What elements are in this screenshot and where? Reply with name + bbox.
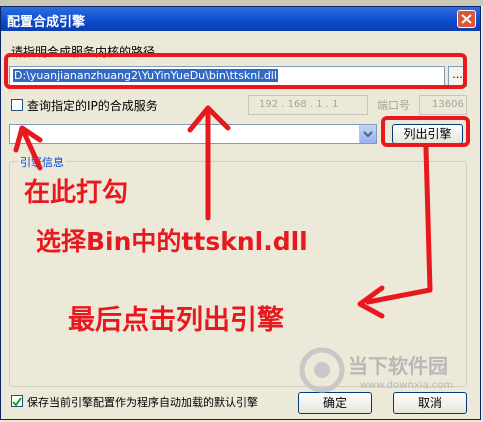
ip-address-field[interactable]: 192 . 168 . 1 . 1 bbox=[248, 95, 368, 115]
ip-address-value: 192 . 168 . 1 . 1 bbox=[259, 99, 339, 110]
close-button[interactable] bbox=[457, 10, 476, 28]
dialog-title: 配置合成引擎 bbox=[7, 15, 86, 30]
close-icon bbox=[461, 14, 472, 24]
query-ip-label: 查询指定的IP的合成服务 bbox=[27, 99, 158, 113]
annotation-choose-dll: 选择Bin中的ttsknl.dll bbox=[36, 227, 308, 256]
annotation-tick-here: 在此打勾 bbox=[24, 178, 129, 208]
watermark: 当下软件园 www.downxia.com bbox=[298, 340, 473, 400]
dropdown-arrow[interactable] bbox=[359, 125, 376, 143]
watermark-url: www.downxia.com bbox=[360, 380, 454, 391]
annotation-box-path bbox=[4, 53, 467, 89]
watermark-title: 当下软件园 bbox=[348, 354, 448, 378]
query-ip-checkbox[interactable] bbox=[11, 99, 23, 111]
title-bar: 配置合成引擎 bbox=[1, 7, 480, 31]
port-label: 端口号 bbox=[377, 99, 410, 112]
watermark-logo-icon bbox=[299, 347, 345, 393]
port-value: 13606 bbox=[432, 99, 464, 110]
engine-select[interactable] bbox=[9, 124, 377, 144]
save-config-label: 保存当前引擎配置作为程序自动加载的默认引擎 bbox=[27, 396, 258, 409]
chevron-down-icon bbox=[363, 131, 373, 138]
engine-info-label: 引擎信息 bbox=[18, 154, 66, 170]
save-config-checkbox[interactable] bbox=[11, 395, 23, 407]
port-field[interactable]: 13606 bbox=[419, 95, 467, 115]
checkmark-icon bbox=[12, 397, 22, 407]
annotation-click-list: 最后点击列出引擎 bbox=[68, 305, 284, 336]
annotation-box-list-button bbox=[381, 116, 470, 147]
